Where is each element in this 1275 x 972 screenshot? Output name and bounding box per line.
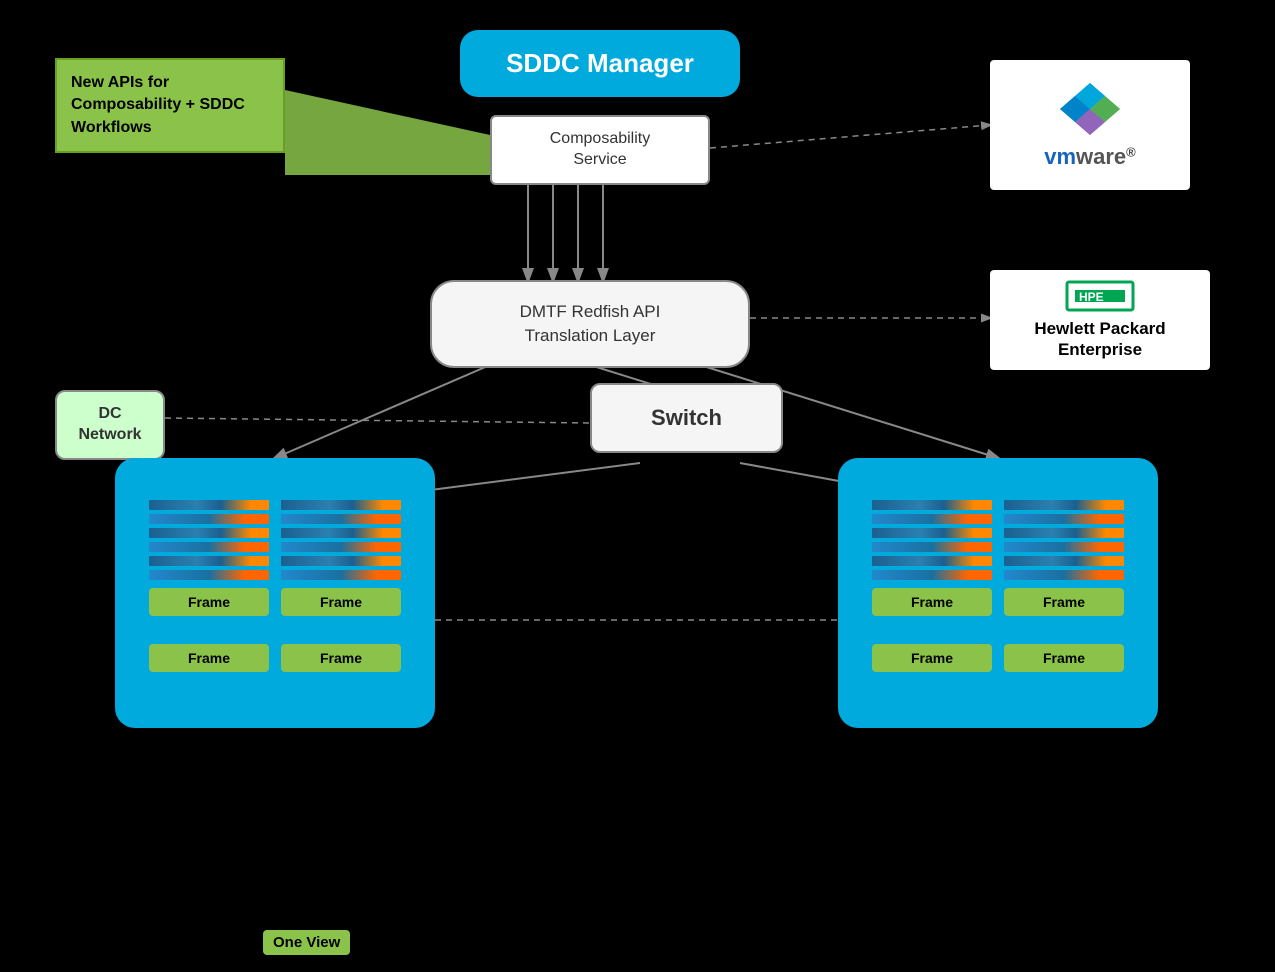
dmtf-label: DMTF Redfish APITranslation Layer bbox=[520, 302, 661, 345]
frame-label-r4: Frame bbox=[1004, 644, 1124, 672]
dc-network-box: DCNetwork bbox=[55, 390, 165, 460]
frame-label-r2: Frame bbox=[1004, 588, 1124, 616]
vmware-logo-box: vmware® bbox=[990, 60, 1190, 190]
rack-unit bbox=[281, 542, 401, 552]
rack-right-1: Frame Frame bbox=[872, 500, 992, 672]
composability-service-label: ComposabilityService bbox=[550, 130, 650, 168]
hpe-logo-icon: HPE bbox=[1065, 280, 1135, 312]
rack-unit bbox=[1004, 500, 1124, 510]
frame-label-r3: Frame bbox=[872, 644, 992, 672]
rack-unit bbox=[872, 514, 992, 524]
rack-unit bbox=[281, 570, 401, 580]
composability-service-box: ComposabilityService bbox=[490, 115, 710, 185]
rack-unit bbox=[281, 514, 401, 524]
hpe-logo-box: HPE Hewlett PackardEnterprise bbox=[990, 270, 1210, 370]
switch-box: Switch bbox=[590, 383, 783, 453]
rack-unit bbox=[872, 542, 992, 552]
rack-unit bbox=[872, 528, 992, 538]
rack-unit bbox=[1004, 514, 1124, 524]
rack-unit bbox=[281, 500, 401, 510]
rack-unit bbox=[281, 528, 401, 538]
rack-unit bbox=[1004, 528, 1124, 538]
rack-left-2: Frame Frame bbox=[281, 500, 401, 672]
rack-unit bbox=[149, 528, 269, 538]
rack-unit bbox=[1004, 570, 1124, 580]
rack-unit bbox=[149, 542, 269, 552]
rack-unit bbox=[1004, 542, 1124, 552]
rack-unit bbox=[149, 514, 269, 524]
cluster-left: One View Frame Frame bbox=[115, 458, 435, 728]
new-apis-label: New APIs for Composability + SDDC Workfl… bbox=[55, 58, 285, 153]
rack-right-2: Frame Frame bbox=[1004, 500, 1124, 672]
frame-label-3: Frame bbox=[149, 644, 269, 672]
rack-container-right: Frame Frame Frame Frame bbox=[852, 500, 1144, 672]
rack-unit bbox=[872, 500, 992, 510]
dc-network-label: DCNetwork bbox=[78, 405, 141, 443]
new-apis-text: New APIs for Composability + SDDC Workfl… bbox=[71, 74, 245, 136]
rack-unit bbox=[872, 556, 992, 566]
one-view-text-left: One View bbox=[273, 934, 340, 951]
rack-left-1: Frame Frame bbox=[149, 500, 269, 672]
rack-unit bbox=[872, 570, 992, 580]
rack-unit bbox=[149, 500, 269, 510]
rack-unit bbox=[281, 556, 401, 566]
rack-unit bbox=[1004, 556, 1124, 566]
rack-unit bbox=[149, 556, 269, 566]
vmware-logo-icon bbox=[1050, 81, 1130, 136]
frame-label-4: Frame bbox=[281, 644, 401, 672]
switch-label: Switch bbox=[651, 405, 722, 430]
architecture-diagram: New APIs for Composability + SDDC Workfl… bbox=[0, 0, 1275, 745]
frame-label-r1: Frame bbox=[872, 588, 992, 616]
one-view-label-left: One View bbox=[263, 930, 350, 955]
rack-unit bbox=[149, 570, 269, 580]
sddc-manager-title: SDDC Manager bbox=[506, 48, 694, 78]
dmtf-box: DMTF Redfish APITranslation Layer bbox=[430, 280, 750, 368]
svg-text:HPE: HPE bbox=[1079, 290, 1104, 304]
hpe-text: Hewlett PackardEnterprise bbox=[1034, 318, 1165, 361]
frame-label-2: Frame bbox=[281, 588, 401, 616]
vmware-text: vmware® bbox=[1044, 144, 1136, 170]
rack-container-left: Frame Frame Frame Frame bbox=[129, 500, 421, 672]
frame-label-1: Frame bbox=[149, 588, 269, 616]
cluster-right: One View Frame Frame bbox=[838, 458, 1158, 728]
sddc-manager-box: SDDC Manager bbox=[460, 30, 740, 97]
